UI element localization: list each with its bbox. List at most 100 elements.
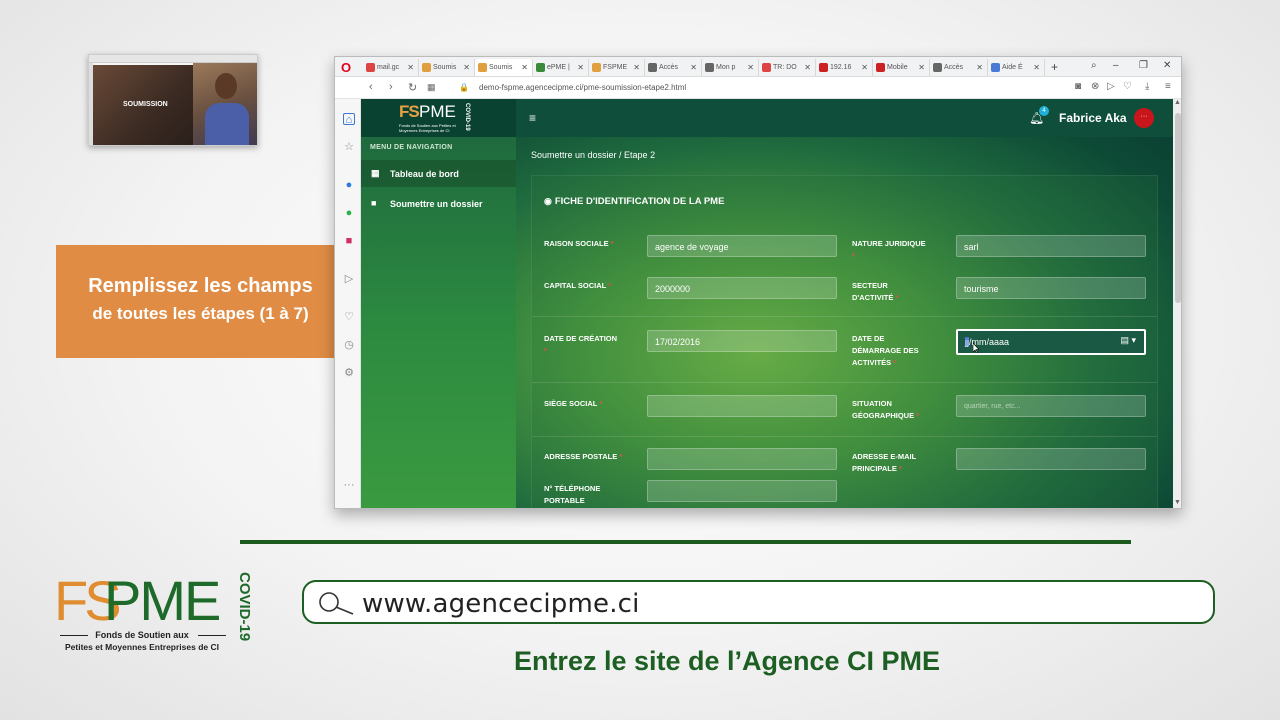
tab-search-icon[interactable]: ⌕ [1091,60,1097,71]
bookmarks-heart-icon[interactable]: ♡ [343,311,355,323]
tab-close-icon[interactable]: ✕ [976,63,983,72]
label-telephone: N° TÉLÉPHONE PORTABLE [544,484,601,505]
tabs-grid-icon[interactable]: ▦ [427,82,436,93]
logo-pme-text: PME [419,102,456,121]
player-icon[interactable]: ▷ [343,273,355,285]
telephone-field[interactable] [647,480,837,502]
tab-close-icon[interactable]: ✕ [918,63,925,72]
nature-juridique-field[interactable]: sarl [956,235,1146,257]
heart-icon[interactable]: ♡ [1123,81,1132,92]
url-field[interactable]: demo-fspme.agencecipme.ci/pme-soumission… [479,83,686,92]
tab-label: Accès [944,64,964,71]
folder-icon: ■ [371,198,377,208]
url-search-bar[interactable]: www.agencecipme.ci [302,580,1215,624]
app-logo[interactable]: FS PME Fonds de Soutien aux Petites et M… [361,99,516,137]
browser-tab[interactable]: 192.16 ✕ [816,59,873,76]
lock-icon: 🔒 [459,83,469,92]
reload-icon[interactable]: ↻ [408,81,417,94]
adresse-email-field[interactable] [956,448,1146,470]
browser-tab[interactable]: FSPME ✕ [589,59,645,76]
sidebar-item-submit[interactable]: ■ Soumettre un dossier [361,190,516,217]
capital-social-field[interactable]: 2000000 [647,277,837,299]
browser-tab[interactable]: ePME | ✕ [533,59,589,76]
browser-tab[interactable]: Accès ✕ [930,59,988,76]
close-window-icon[interactable]: ✕ [1163,60,1171,71]
label-adresse-postale: ADRESSE POSTALE * [544,452,623,461]
sidebar-item-dashboard[interactable]: ▦ Tableau de bord [361,160,516,187]
label-nature-juridique: NATURE JURIDIQUE * [852,239,926,260]
form-card: ◉ FICHE D'IDENTIFICATION DE LA PME RAISON… [531,175,1158,508]
tab-close-icon[interactable]: ✕ [521,63,528,72]
label-situation-geo: SITUATION GÉOGRAPHIQUE * [852,399,920,420]
notification-badge: 4 [1039,106,1049,116]
forward-icon[interactable]: › [389,81,393,93]
fspme-logo: FS PME COVID-19 Fonds de Soutien aux Pet… [52,566,262,658]
calendar-dropdown-icon[interactable]: ▤ ▾ [1120,335,1136,346]
back-icon[interactable]: ‹ [369,81,373,93]
avatar[interactable]: ··· [1134,108,1154,128]
user-circle-icon: ◉ [544,196,552,206]
user-name[interactable]: Fabrice Aka [1059,111,1127,125]
date-creation-field[interactable]: 17/02/2016 [647,330,837,352]
tab-close-icon[interactable]: ✕ [463,63,470,72]
more-dots-icon[interactable]: ··· [343,479,355,491]
browser-tab[interactable]: TR: DO ✕ [759,59,816,76]
camera-icon[interactable]: ◙ [1075,81,1081,92]
browser-tab[interactable]: Mon p ✕ [702,59,759,76]
app-header: FS PME Fonds de Soutien aux Petites et M… [361,99,1181,137]
app-sidebar: MENU DE NAVIGATION ▦ Tableau de bord ■ S… [361,137,516,508]
scrollbar-thumb[interactable] [1175,113,1181,303]
new-tab-icon[interactable]: + [1051,60,1058,74]
tab-favicon-icon [478,63,487,72]
tab-close-icon[interactable]: ✕ [690,63,697,72]
scrollbar[interactable]: ▲ ▼ [1173,99,1181,508]
browser-tab[interactable]: Soumis ✕ [475,59,533,76]
whatsapp-icon[interactable]: ● [343,207,355,219]
tab-favicon-icon [876,63,885,72]
situation-geo-field[interactable]: quartier, rue, etc... [956,395,1146,417]
settings-gear-icon[interactable]: ⚙ [343,367,355,379]
raison-sociale-field[interactable]: agence de voyage [647,235,837,257]
web-app: FS PME Fonds de Soutien aux Petites et M… [361,99,1181,508]
browser-tab[interactable]: mail.gc ✕ [363,59,419,76]
logo-pme: PME [104,569,221,632]
label-date-demarrage: DATE DE DÉMARRAGE DES ACTIVITÉS * [852,334,919,367]
search-input[interactable]: www.agencecipme.ci [362,589,640,619]
browser-window: O mail.gc ✕ Soumis ✕ Soumis ✕ ePME | ✕ FSPME ✕ Acc… [334,56,1182,509]
tab-close-icon[interactable]: ✕ [577,63,584,72]
logo-subtitle: Fonds de Soutien aux Petites et Moyennes… [399,123,456,133]
download-icon[interactable]: ⤓ [1145,81,1149,92]
shield-icon[interactable]: ⊗ [1091,81,1099,92]
date-demarrage-field[interactable]: jj/mm/aaaa ▤ ▾ [956,329,1146,355]
menu-icon[interactable]: ≡ [1165,81,1171,92]
tab-favicon-icon [422,63,431,72]
home-icon[interactable]: ⌂ [343,113,355,126]
tab-close-icon[interactable]: ✕ [804,63,811,72]
tab-close-icon[interactable]: ✕ [407,63,414,72]
tab-bar: O mail.gc ✕ Soumis ✕ Soumis ✕ ePME | ✕ FSPME ✕ Acc… [335,57,1181,77]
adresse-postale-field[interactable] [647,448,837,470]
logo-covid: COVID-19 [464,103,470,131]
siege-social-field[interactable] [647,395,837,417]
messenger-icon[interactable]: ● [343,179,355,191]
restore-icon[interactable]: ❐ [1139,60,1148,71]
tab-close-icon[interactable]: ✕ [861,63,868,72]
send-icon[interactable]: ▷ [1107,81,1115,92]
tab-close-icon[interactable]: ✕ [633,63,640,72]
history-icon[interactable]: ◷ [343,339,355,351]
tab-close-icon[interactable]: ✕ [1033,63,1040,72]
browser-tab[interactable]: Soumis ✕ [419,59,475,76]
browser-tab[interactable]: Aide É ✕ [988,59,1045,76]
tab-close-icon[interactable]: ✕ [747,63,754,72]
speed-dial-icon[interactable]: ☆ [343,141,355,153]
browser-tab[interactable]: Accès ✕ [645,59,702,76]
minimize-icon[interactable]: – [1113,60,1119,71]
opera-logo-icon[interactable]: O [341,60,351,75]
hamburger-menu-icon[interactable]: ≡ [529,111,536,125]
browser-tab[interactable]: Mobile ✕ [873,59,930,76]
divider-line [240,540,1131,544]
tab-label: ePME | [547,64,570,71]
instagram-icon[interactable]: ■ [343,235,355,247]
logo-subtitle-1: Fonds de Soutien aux [95,630,189,640]
secteur-activite-field[interactable]: tourisme [956,277,1146,299]
